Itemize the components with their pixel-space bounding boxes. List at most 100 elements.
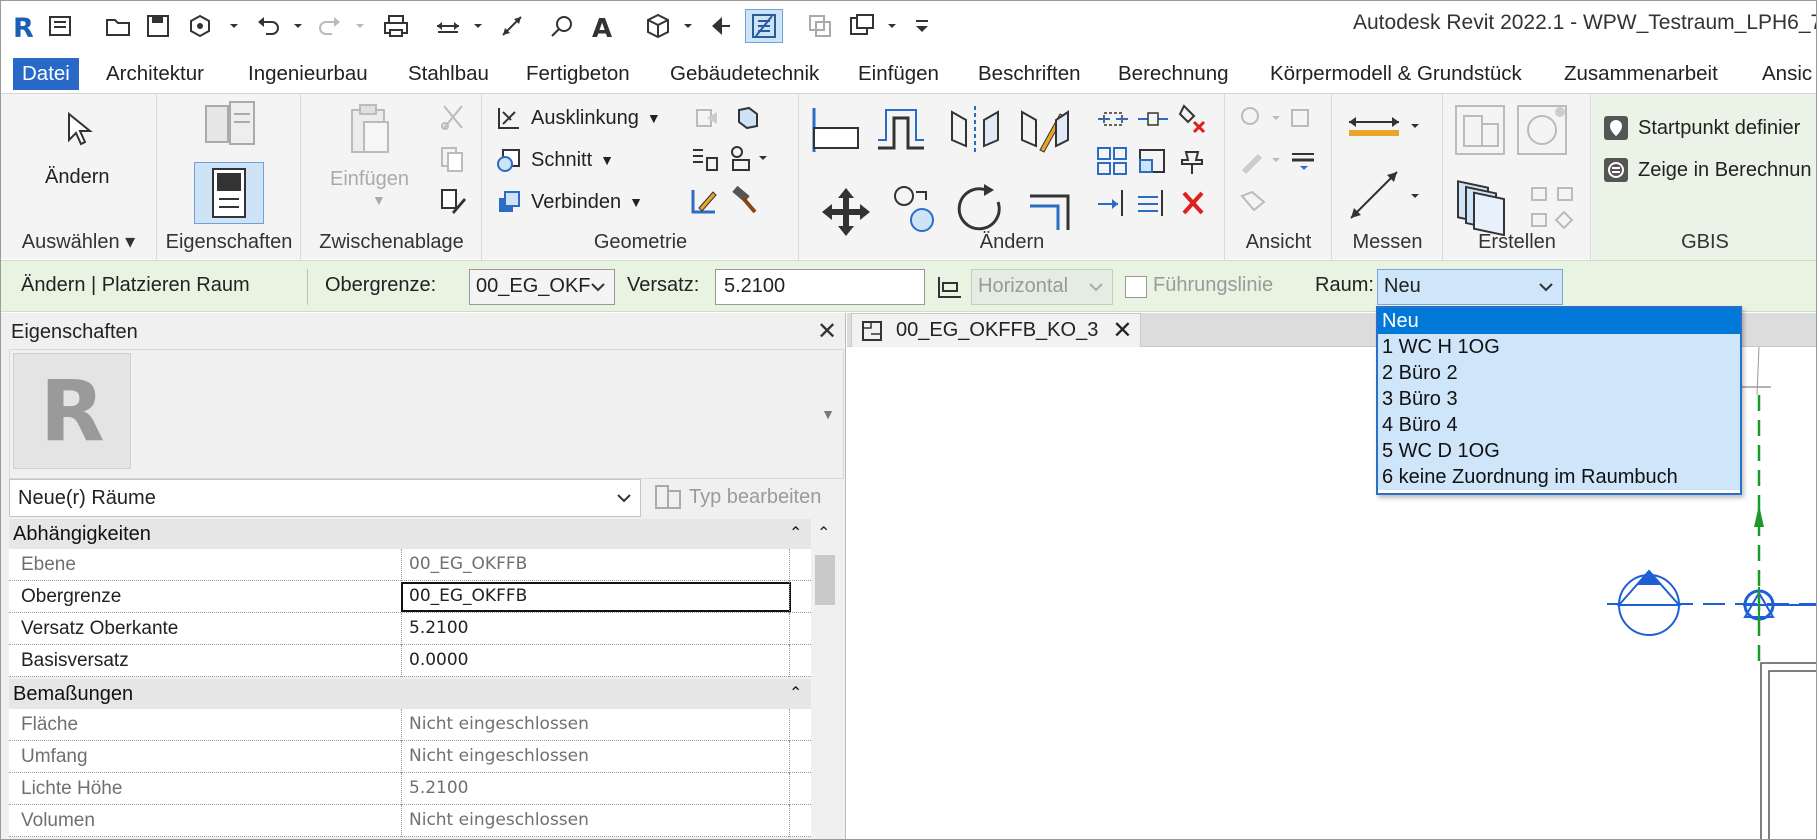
tab-gebaeudetechnik[interactable]: Gebäudetechnik [661, 58, 828, 90]
tab-stahlbau[interactable]: Stahlbau [399, 58, 498, 90]
create-parts-icon[interactable] [1514, 102, 1570, 164]
panel-label-auswaehlen[interactable]: Auswählen ▾ [1, 229, 156, 254]
aligned-dimension-icon[interactable] [497, 9, 527, 43]
delete-icon[interactable] [1176, 188, 1210, 224]
tab-architektur[interactable]: Architektur [97, 58, 213, 90]
sync-icon[interactable] [185, 9, 215, 43]
chevron-down-icon[interactable] [885, 9, 899, 43]
split-face-icon[interactable] [689, 144, 721, 180]
paste-icon[interactable] [344, 102, 394, 164]
versatz-input[interactable]: 5.2100 [715, 269, 925, 305]
split-icon[interactable] [1096, 104, 1130, 140]
property-row-flaeche[interactable]: Fläche Nicht eingeschlossen [9, 709, 811, 741]
property-row-obergrenze[interactable]: Obergrenze 00_EG_OKFFB [9, 581, 811, 613]
cut-icon[interactable] [438, 102, 468, 138]
align-icon[interactable] [808, 104, 866, 162]
trim-extend-multiple-icon[interactable] [1136, 188, 1170, 224]
scrollbar-thumb[interactable] [815, 555, 835, 605]
close-hidden-icon[interactable] [805, 9, 835, 43]
properties-toggle-button[interactable] [194, 162, 264, 224]
modify-button[interactable]: Ändern [45, 166, 110, 189]
offset-icon[interactable] [872, 104, 930, 162]
trim-extend-single-icon[interactable] [1096, 188, 1130, 224]
chevron-down-icon[interactable] [353, 9, 367, 43]
override-graphics-icon[interactable] [1238, 146, 1318, 182]
create-assembly-icon[interactable] [1452, 102, 1508, 164]
edit-profile-icon[interactable] [689, 186, 721, 222]
room-option[interactable]: 1 WC H 1OG [1378, 334, 1740, 360]
view-tab[interactable]: 00_EG_OKFFB_KO_3 ✕ [851, 313, 1142, 347]
tab-ingenieurbau[interactable]: Ingenieurbau [239, 58, 377, 90]
group-bemassungen[interactable]: Bemaßungen ⌃ [9, 679, 811, 709]
unpin-icon[interactable] [1176, 102, 1210, 140]
room-option[interactable]: 3 Büro 3 [1378, 386, 1740, 412]
array-icon[interactable] [1096, 146, 1130, 182]
switch-windows-icon[interactable] [847, 9, 877, 43]
room-option[interactable]: Neu [1378, 308, 1740, 334]
print-icon[interactable] [381, 9, 411, 43]
cut-geometry-button[interactable]: Schnitt ▼ [495, 146, 614, 174]
room-option[interactable]: 2 Büro 2 [1378, 360, 1740, 386]
paint-icon[interactable] [727, 144, 771, 180]
tab-ansicht[interactable]: Ansic [1753, 58, 1816, 90]
aligned-measure-icon[interactable] [1345, 164, 1425, 230]
property-row-umfang[interactable]: Umfang Nicht eingeschlossen [9, 741, 811, 773]
demolish-icon[interactable] [733, 104, 763, 138]
edit-type-button[interactable]: Typ bearbeiten [653, 483, 821, 511]
linework-icon[interactable] [1238, 188, 1268, 224]
tab-beschriften[interactable]: Beschriften [969, 58, 1090, 90]
chevron-down-icon[interactable] [291, 9, 305, 43]
cope-button[interactable]: Ausklinkung ▼ [495, 104, 661, 132]
hammer-icon[interactable] [729, 185, 759, 222]
open-icon[interactable] [103, 9, 133, 43]
type-selector[interactable]: Neue(r) Räume [9, 479, 641, 517]
obergrenze-select[interactable]: 00_EG_OKF [469, 269, 615, 305]
show-in-calculation-button[interactable]: Zeige in Berechnun [1602, 156, 1811, 184]
property-row-ebene[interactable]: Ebene 00_EG_OKFFB [9, 549, 811, 581]
type-properties-icon[interactable] [200, 100, 260, 154]
text-icon[interactable]: A [587, 9, 617, 43]
mirror-pick-icon[interactable] [946, 104, 1004, 162]
property-row-lichte-hoehe[interactable]: Lichte Höhe 5.2100 [9, 773, 811, 805]
chevron-down-icon[interactable] [471, 9, 485, 43]
scroll-up-icon[interactable]: ⌃ [817, 523, 830, 543]
scale-icon[interactable] [1136, 146, 1170, 182]
room-option[interactable]: 5 WC D 1OG [1378, 438, 1740, 464]
pin-icon[interactable] [1176, 146, 1210, 182]
chevron-down-icon[interactable]: ▼ [821, 406, 835, 422]
property-row-volumen[interactable]: Volumen Nicht eingeschlossen [9, 805, 811, 837]
raum-select[interactable]: Neu [1377, 269, 1563, 305]
mirror-draw-icon[interactable] [1016, 104, 1074, 162]
tab-berechnung[interactable]: Berechnung [1109, 58, 1238, 90]
close-icon[interactable]: ✕ [817, 317, 837, 346]
property-row-versatz-oberkante[interactable]: Versatz Oberkante 5.2100 [9, 613, 811, 645]
chevron-down-icon[interactable]: ▼ [372, 192, 386, 208]
close-icon[interactable]: ✕ [1112, 316, 1132, 345]
measure-between-icon[interactable] [1345, 108, 1425, 150]
3d-view-icon[interactable] [643, 9, 673, 43]
tag-icon[interactable] [547, 9, 577, 43]
wall-joins-icon[interactable] [693, 104, 723, 138]
copy-icon[interactable] [438, 144, 468, 180]
hide-in-view-icon[interactable] [1238, 104, 1318, 140]
property-row-basisversatz[interactable]: Basisversatz 0.0000 [9, 645, 811, 677]
match-properties-icon[interactable] [438, 186, 468, 222]
section-icon[interactable] [705, 9, 735, 43]
split-gap-icon[interactable] [1136, 104, 1170, 140]
orientation-select[interactable]: Horizontal [971, 269, 1113, 305]
tab-zusammenarbeit[interactable]: Zusammenarbeit [1555, 58, 1727, 90]
undo-icon[interactable] [253, 9, 283, 43]
properties-scrollbar[interactable]: ⌃ [811, 519, 837, 839]
tab-datei[interactable]: Datei [13, 58, 79, 90]
measure-icon[interactable] [433, 9, 463, 43]
revit-logo-icon[interactable]: R [9, 9, 39, 43]
paste-button[interactable]: Einfügen [330, 168, 409, 191]
room-option[interactable]: 4 Büro 4 [1378, 412, 1740, 438]
join-geometry-button[interactable]: Verbinden ▼ [495, 188, 643, 216]
room-option[interactable]: 6 keine Zuordnung im Raumbuch [1378, 464, 1740, 490]
redo-icon[interactable] [315, 9, 345, 43]
save-icon[interactable] [143, 9, 173, 43]
tab-koerpermodell[interactable]: Körpermodell & Grundstück [1261, 58, 1531, 90]
define-startpoint-button[interactable]: Startpunkt definier [1602, 114, 1800, 142]
leader-checkbox[interactable] [1125, 276, 1147, 298]
